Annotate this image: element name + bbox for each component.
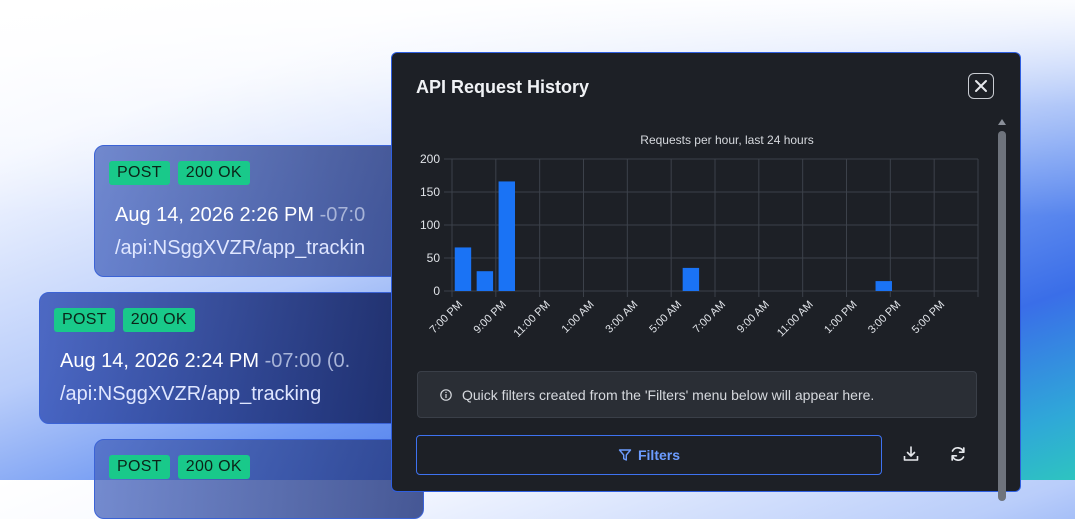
bar: [875, 281, 892, 291]
y-tick-label: 100: [420, 218, 440, 232]
chart-title: Requests per hour, last 24 hours: [640, 133, 813, 147]
x-tick-label: 1:00 PM: [822, 299, 859, 336]
bar: [682, 267, 700, 291]
request-path: /api:NSggXVZR/app_tracking: [60, 383, 322, 405]
timestamp-text: Aug 14, 2026 2:24 PM: [60, 350, 260, 372]
x-tick-label: 11:00 AM: [775, 299, 816, 340]
x-tick-label: 3:00 AM: [603, 299, 640, 336]
scroll-thumb[interactable]: [998, 131, 1006, 501]
method-badge: POST: [109, 161, 170, 185]
x-tick-label: 7:00 PM: [428, 299, 465, 336]
x-tick-label: 1:00 AM: [560, 299, 597, 336]
request-card[interactable]: POST 200 OK: [94, 439, 424, 519]
method-badge: POST: [109, 455, 170, 479]
timezone-text: -07:00 (0.: [264, 350, 351, 372]
status-badge: 200 OK: [177, 161, 250, 185]
x-tick-label: 9:00 AM: [735, 299, 772, 336]
x-tick-label: 7:00 AM: [691, 299, 728, 336]
download-icon: [903, 446, 919, 461]
request-path: /api:NSggXVZR/app_trackin: [115, 237, 366, 259]
y-tick-label: 50: [427, 251, 441, 265]
x-tick-label: 5:00 PM: [910, 299, 947, 336]
y-tick-label: 200: [420, 152, 440, 166]
x-tick-label: 3:00 PM: [866, 299, 903, 336]
filters-label: Filters: [637, 447, 680, 463]
bar: [498, 181, 516, 291]
refresh-icon: [951, 447, 965, 461]
download-button[interactable]: [900, 443, 922, 465]
badge-group: POST 200 OK: [54, 308, 195, 332]
bar: [454, 247, 472, 291]
status-badge: 200 OK: [177, 455, 250, 479]
quick-filters-area: Quick filters created from the 'Filters'…: [417, 371, 977, 418]
request-timestamp: Aug 14, 2026 2:24 PM -07:00 (0.: [60, 350, 350, 373]
request-timestamp: Aug 14, 2026 2:26 PM -07:0: [115, 204, 365, 227]
request-card[interactable]: POST 200 OK Aug 14, 2026 2:24 PM -07:00 …: [39, 292, 419, 424]
method-badge: POST: [54, 308, 115, 332]
scroll-up-arrow[interactable]: [998, 119, 1006, 125]
x-tick-label: 5:00 AM: [647, 299, 684, 336]
status-badge: 200 OK: [122, 308, 195, 332]
timezone-text: -07:0: [319, 204, 366, 226]
refresh-button[interactable]: [947, 443, 969, 465]
timestamp-text: Aug 14, 2026 2:26 PM: [115, 204, 315, 226]
badge-group: POST 200 OK: [109, 455, 250, 479]
requests-chart: Requests per hour, last 24 hours 0 50 100 15…: [420, 133, 979, 340]
x-tick-label: 11:00 PM: [512, 299, 553, 340]
api-history-panel: API Request History Requests per hour, l…: [391, 52, 1021, 501]
quick-filters-text: Quick filters created from the 'Filters'…: [462, 386, 875, 403]
y-tick-label: 0: [433, 284, 440, 298]
y-tick-label: 150: [420, 185, 440, 199]
scrollbar[interactable]: [997, 119, 1007, 501]
request-card[interactable]: POST 200 OK Aug 14, 2026 2:26 PM -07:0 /…: [94, 145, 424, 277]
badge-group: POST 200 OK: [109, 161, 250, 185]
bar: [476, 271, 494, 291]
filters-button[interactable]: Filters: [416, 435, 882, 475]
info-icon: [440, 388, 452, 401]
filter-icon: [618, 449, 632, 461]
x-tick-label: 9:00 PM: [471, 299, 508, 336]
